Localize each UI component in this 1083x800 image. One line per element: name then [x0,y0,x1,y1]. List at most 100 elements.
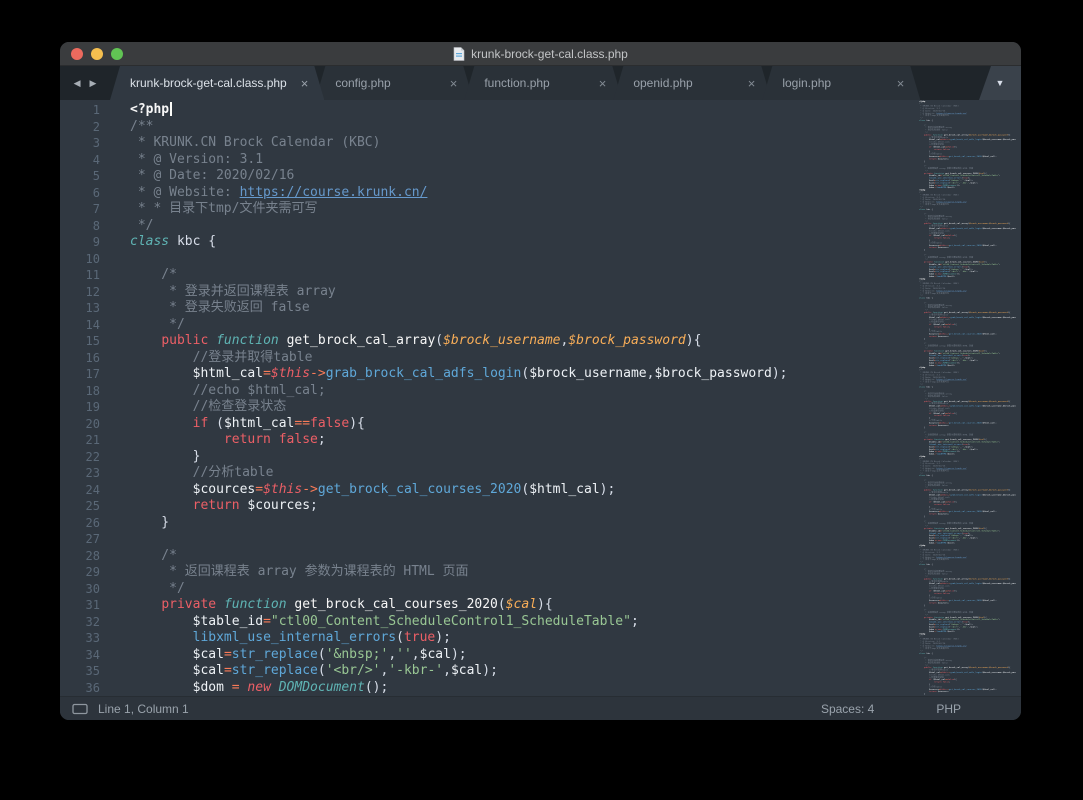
tab-bar: ◀ ▶ krunk-brock-get-cal.class.php×config… [60,66,1021,100]
code-line[interactable]: * 登录并返回课程表 array [130,284,1021,301]
code-line[interactable]: private function get_brock_cal_courses_2… [130,597,1021,614]
line-number[interactable]: 6 [60,185,100,202]
tab-close-icon[interactable]: × [599,77,607,90]
line-number[interactable]: 5 [60,168,100,185]
line-number[interactable]: 36 [60,680,100,697]
code-line[interactable]: $cal=str_replace('&nbsp;','',$cal); [130,647,1021,664]
line-number[interactable]: 17 [60,366,100,383]
line-number[interactable]: 1 [60,102,100,119]
line-number[interactable]: 29 [60,564,100,581]
line-number[interactable]: 10 [60,251,100,268]
code-line[interactable]: /* [130,267,1021,284]
file-icon [453,47,465,61]
code-line[interactable]: <?php [130,102,1021,119]
line-number[interactable]: 15 [60,333,100,350]
line-number[interactable]: 21 [60,432,100,449]
line-number[interactable]: 30 [60,581,100,598]
line-number[interactable]: 16 [60,350,100,367]
indent-setting[interactable]: Spaces: 4 [821,702,874,716]
window-titlebar[interactable]: krunk-brock-get-cal.class.php [60,42,1021,66]
line-number[interactable]: 27 [60,531,100,548]
code-line[interactable] [130,531,1021,548]
line-number[interactable]: 32 [60,614,100,631]
line-number[interactable]: 33 [60,630,100,647]
code-line[interactable]: $dom = new DOMDocument(); [130,680,1021,697]
code-line[interactable]: */ [130,218,1021,235]
line-number[interactable]: 35 [60,663,100,680]
code-area[interactable]: <?php/** * KRUNK.CN Brock Calendar (KBC)… [120,100,1021,696]
code-line[interactable]: //echo $html_cal; [130,383,1021,400]
line-number[interactable]: 9 [60,234,100,251]
line-number[interactable]: 31 [60,597,100,614]
cursor-position: Line 1, Column 1 [98,702,189,716]
line-number[interactable]: 18 [60,383,100,400]
window-title: krunk-brock-get-cal.class.php [471,47,628,61]
line-number[interactable]: 13 [60,300,100,317]
line-number[interactable]: 26 [60,515,100,532]
syntax-name[interactable]: PHP [936,702,961,716]
close-window-button[interactable] [71,48,83,60]
line-number[interactable]: 19 [60,399,100,416]
status-left: Line 1, Column 1 [72,702,189,716]
code-line[interactable]: */ [130,317,1021,334]
code-line[interactable]: * @ Version: 3.1 [130,152,1021,169]
tab-close-icon[interactable]: × [748,77,756,90]
code-line[interactable]: //检查登录状态 [130,399,1021,416]
line-number[interactable]: 24 [60,482,100,499]
next-tab-icon[interactable]: ▶ [90,78,97,89]
tab-close-icon[interactable]: × [897,77,905,90]
code-line[interactable]: /* [130,548,1021,565]
code-line[interactable]: libxml_use_internal_errors(true); [130,630,1021,647]
editor[interactable]: 1234567891011121314151617181920212223242… [60,100,1021,696]
code-line[interactable] [130,251,1021,268]
tab-openid.php[interactable]: openid.php× [613,66,771,100]
minimap[interactable]: <?php/** * KRUNK.CN Brock Calendar (KBC)… [919,100,1016,696]
tab-function.php[interactable]: function.php× [464,66,622,100]
line-number[interactable]: 34 [60,647,100,664]
tab-overflow-button[interactable]: ▼ [979,66,1021,100]
code-line[interactable]: //分析table [130,465,1021,482]
tab-close-icon[interactable]: × [450,77,458,90]
code-line[interactable]: if ($html_cal==false){ [130,416,1021,433]
zoom-window-button[interactable] [111,48,123,60]
line-number[interactable]: 12 [60,284,100,301]
line-number[interactable]: 2 [60,119,100,136]
prev-tab-icon[interactable]: ◀ [74,78,81,89]
line-number[interactable]: 20 [60,416,100,433]
code-line[interactable]: return false; [130,432,1021,449]
tab-close-icon[interactable]: × [301,77,309,90]
line-number[interactable]: 22 [60,449,100,466]
code-line[interactable]: * @ Date: 2020/02/16 [130,168,1021,185]
minimize-window-button[interactable] [91,48,103,60]
code-line[interactable]: * 返回课程表 array 参数为课程表的 HTML 页面 [130,564,1021,581]
code-line[interactable]: * * 目录下tmp/文件夹需可写 [130,201,1021,218]
chevron-down-icon: ▼ [996,78,1005,88]
code-line[interactable]: public function get_brock_cal_array($bro… [130,333,1021,350]
line-number[interactable]: 23 [60,465,100,482]
code-line[interactable]: class kbc { [130,234,1021,251]
line-number[interactable]: 3 [60,135,100,152]
line-number[interactable]: 14 [60,317,100,334]
tab-config.php[interactable]: config.php× [315,66,473,100]
tab-krunk-brock-get-cal.class.php[interactable]: krunk-brock-get-cal.class.php× [110,66,324,100]
tab-login.php[interactable]: login.php× [762,66,920,100]
line-number[interactable]: 7 [60,201,100,218]
code-line[interactable]: } [130,515,1021,532]
code-line[interactable]: } [130,449,1021,466]
code-line[interactable]: * KRUNK.CN Brock Calendar (KBC) [130,135,1021,152]
code-line[interactable]: //登录并取得table [130,350,1021,367]
code-line[interactable]: return $cources; [130,498,1021,515]
line-number[interactable]: 11 [60,267,100,284]
line-number[interactable]: 8 [60,218,100,235]
line-number[interactable]: 4 [60,152,100,169]
line-number[interactable]: 28 [60,548,100,565]
code-line[interactable]: $cal=str_replace('<br/>','-kbr-',$cal); [130,663,1021,680]
code-line[interactable]: $table_id="ctl00_Content_ScheduleControl… [130,614,1021,631]
code-line[interactable]: /** [130,119,1021,136]
line-number[interactable]: 25 [60,498,100,515]
code-line[interactable]: * @ Website: https://course.krunk.cn/ [130,185,1021,202]
code-line[interactable]: $html_cal=$this->grab_brock_cal_adfs_log… [130,366,1021,383]
code-line[interactable]: $cources=$this->get_brock_cal_courses_20… [130,482,1021,499]
code-line[interactable]: * 登录失败返回 false [130,300,1021,317]
code-line[interactable]: */ [130,581,1021,598]
